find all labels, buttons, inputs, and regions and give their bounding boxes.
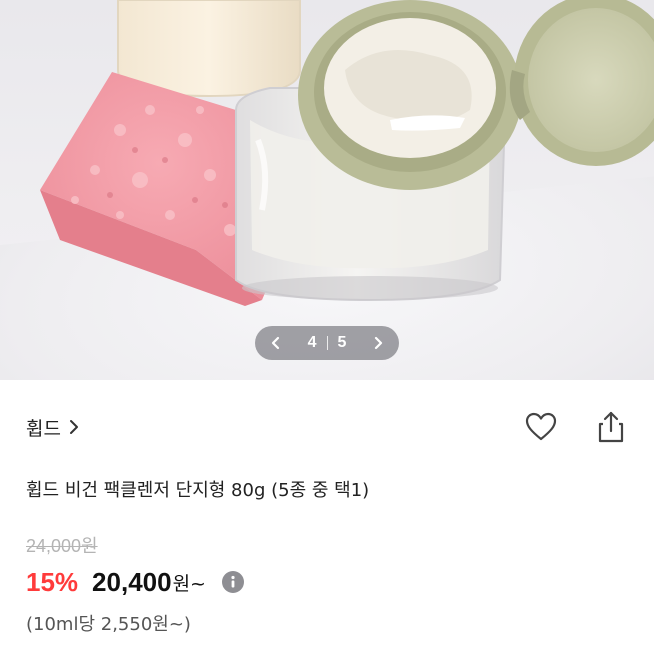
brand-link[interactable]: 휩드 [26,407,79,447]
product-title: 휩드 비건 팩클렌저 단지형 80g (5종 중 택1) [26,480,370,501]
heart-icon [525,412,557,441]
like-button[interactable] [524,410,558,444]
gallery-prev-button[interactable] [267,334,285,352]
flip-lid [509,0,654,166]
price-row: 15% 20,400 원~ [26,562,244,602]
gallery-current-page: 4 [307,334,317,351]
share-icon [598,411,624,443]
product-photo [40,0,654,306]
unit-price: (10ml당 2,550원~) [26,614,191,635]
product-image-carousel[interactable]: 4 5 [0,0,654,380]
brand-name: 휩드 [26,417,61,440]
info-icon [231,575,235,588]
share-button[interactable] [594,410,628,444]
chevron-left-icon [271,336,280,350]
gallery-page-indicator: 4 5 [308,334,347,352]
price-info-button[interactable] [221,571,244,593]
sale-price: 20,400 [92,566,172,597]
gallery-next-button[interactable] [369,334,387,352]
sale-price-unit: 원~ [172,572,206,595]
page-separator [326,336,328,350]
chevron-right-icon [374,336,383,350]
gallery-total-pages: 5 [337,334,347,351]
product-actions [524,407,628,447]
discount-rate: 15% [26,566,79,597]
back-jar [117,0,301,98]
gallery-pager: 4 5 [255,326,399,360]
jar-collar [298,0,522,190]
original-price: 24,000원 [26,536,98,556]
chevron-right-icon [69,420,78,434]
